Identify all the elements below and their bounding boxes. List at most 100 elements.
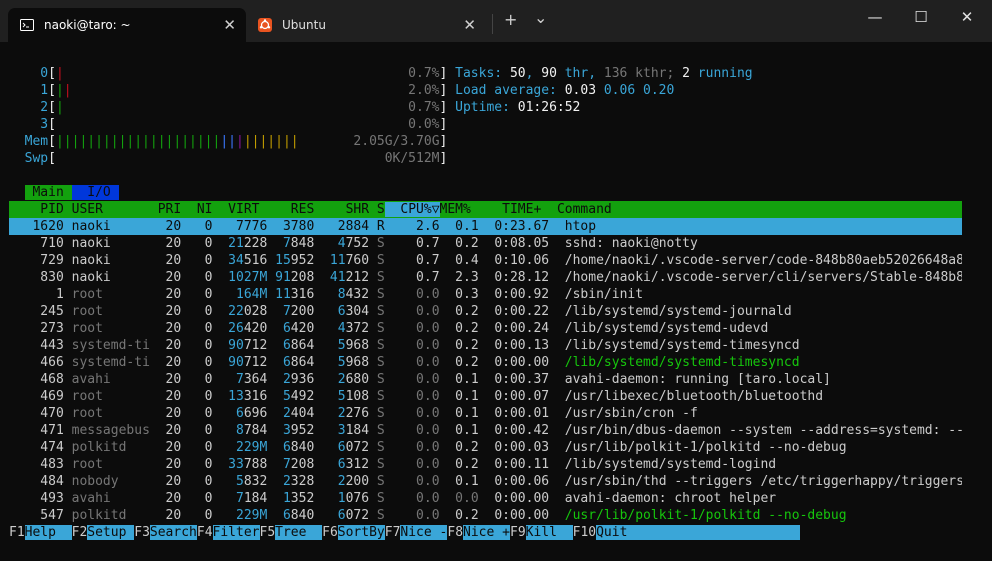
cell-pri: 20 bbox=[149, 338, 182, 353]
cell-user: root bbox=[63, 304, 150, 319]
process-row[interactable]: 245 root 20 0 22028 7200 6304 S 0.0 0.2 … bbox=[9, 303, 962, 320]
process-row[interactable]: 547 polkitd 20 0 229M 6840 6072 S 0.0 0.… bbox=[9, 507, 962, 524]
meter-label: 0 bbox=[9, 66, 49, 81]
process-row[interactable]: 468 avahi 20 0 7364 2936 2680 S 0.0 0.1 … bbox=[9, 371, 962, 388]
fkey-label-f1[interactable]: Help bbox=[24, 525, 72, 540]
meter-space bbox=[299, 134, 354, 149]
column-header-1[interactable]: USER bbox=[64, 202, 150, 217]
fkey-label-f4[interactable]: Filter bbox=[212, 525, 260, 540]
cell-ni: 0 bbox=[181, 389, 213, 404]
cell: 13 bbox=[212, 389, 244, 404]
fkey-label-f8[interactable]: Nice + bbox=[463, 525, 510, 540]
fkey-label-f2[interactable]: Setup bbox=[87, 525, 135, 540]
fkey-label-f5[interactable]: Tree bbox=[275, 525, 323, 540]
column-header-11[interactable]: Command bbox=[541, 202, 612, 217]
fkey-f6[interactable]: F6 bbox=[322, 525, 338, 540]
screen-tab-io[interactable]: I/O bbox=[71, 185, 119, 200]
process-row[interactable]: 470 root 20 0 6696 2404 2276 S 0.0 0.1 0… bbox=[9, 405, 962, 422]
meter-bar: | bbox=[55, 66, 64, 81]
cell: 1 bbox=[314, 491, 346, 506]
cell-mem: 0.4 bbox=[439, 253, 479, 268]
column-header-8[interactable]: CPU%▽ bbox=[384, 202, 440, 217]
process-row[interactable]: 273 root 20 0 26420 6420 4372 S 0.0 0.2 … bbox=[9, 320, 962, 337]
process-row[interactable]: 483 root 20 0 33788 7208 6312 S 0.0 0.2 … bbox=[9, 456, 962, 473]
process-row[interactable]: 830 naoki 20 0 1027M 91208 41212 S 0.7 2… bbox=[9, 269, 962, 286]
column-header-2[interactable]: PRI bbox=[150, 202, 182, 217]
cell-mem: 2.3 bbox=[439, 270, 479, 285]
cell-state: S bbox=[369, 406, 385, 421]
tab-terminal[interactable]: naoki@taro: ~ ✕ bbox=[8, 8, 246, 42]
process-row[interactable]: 1620 naoki 20 0 7776 3780 2884 R 2.6 0.1… bbox=[9, 218, 962, 235]
cell: 21 bbox=[212, 236, 244, 251]
process-row[interactable]: 484 nobody 20 0 5832 2328 2200 S 0.0 0.1… bbox=[9, 473, 962, 490]
column-header-6[interactable]: SHR bbox=[314, 202, 370, 217]
maximize-button[interactable]: ☐ bbox=[898, 8, 944, 26]
fkey-label-f7[interactable]: Nice - bbox=[400, 525, 448, 540]
column-header-0[interactable]: PID bbox=[9, 202, 64, 217]
cell: 2 bbox=[314, 406, 346, 421]
tab-dropdown-button[interactable]: ⌄ bbox=[534, 8, 547, 27]
column-header-9[interactable]: MEM% bbox=[440, 202, 471, 217]
process-row[interactable]: 474 polkitd 20 0 229M 6840 6072 S 0.0 0.… bbox=[9, 439, 962, 456]
cell: 840 bbox=[290, 440, 315, 455]
meter-label: 1 bbox=[9, 83, 49, 98]
tab-ubuntu[interactable]: Ubuntu ✕ bbox=[250, 8, 486, 42]
process-row[interactable]: 466 systemd-ti 20 0 90712 6864 5968 S 0.… bbox=[9, 354, 962, 371]
process-row[interactable]: 443 systemd-ti 20 0 90712 6864 5968 S 0.… bbox=[9, 337, 962, 354]
meter-bar: ||||||||||||||||||||| bbox=[55, 134, 221, 149]
fkey-label-f10[interactable]: Quit bbox=[596, 525, 644, 540]
cell-mem: 0.2 bbox=[439, 338, 479, 353]
cell: 212 bbox=[345, 270, 370, 285]
cell-command: /home/naoki/.vscode-server/cli/servers/S… bbox=[549, 270, 962, 285]
uptime-value: 01:26:52 bbox=[517, 100, 581, 115]
new-tab-button[interactable]: + bbox=[504, 10, 517, 29]
fkey-f3[interactable]: F3 bbox=[134, 525, 150, 540]
fkey-f5[interactable]: F5 bbox=[260, 525, 276, 540]
fkey-label-f3[interactable]: Search bbox=[149, 525, 197, 540]
meter-label: 3 bbox=[9, 117, 49, 132]
cell: 864 bbox=[290, 355, 315, 370]
column-header-10[interactable]: TIME+ bbox=[471, 202, 541, 217]
cell-pid: 483 bbox=[9, 457, 64, 472]
meter-value: 0.7% bbox=[408, 66, 440, 81]
process-row[interactable]: 729 naoki 20 0 34516 15952 11760 S 0.7 0… bbox=[9, 252, 962, 269]
close-tab-icon[interactable]: ✕ bbox=[463, 16, 476, 34]
process-row[interactable]: 469 root 20 0 13316 5492 5108 S 0.0 0.1 … bbox=[9, 388, 962, 405]
cell-state: S bbox=[369, 355, 385, 370]
process-row[interactable]: 493 avahi 20 0 7184 1352 1076 S 0.0 0.0 … bbox=[9, 490, 962, 507]
cell: 832 bbox=[243, 474, 268, 489]
process-row[interactable]: 1 root 20 0 164M 11316 8432 S 0.0 0.3 0:… bbox=[9, 286, 962, 303]
close-tab-icon[interactable]: ✕ bbox=[223, 16, 236, 34]
cell: 7 bbox=[267, 304, 291, 319]
close-window-button[interactable]: ✕ bbox=[944, 8, 990, 26]
cell: 304 bbox=[345, 304, 370, 319]
terminal-content[interactable]: 0[| 0.7%] Tasks: 50, 90 thr, 136 kthr; 2… bbox=[9, 65, 962, 541]
cell: 229M bbox=[212, 440, 268, 455]
fkey-f7[interactable]: F7 bbox=[385, 525, 401, 540]
fkey-f10[interactable]: F10 bbox=[573, 525, 596, 540]
fkey-label-f9[interactable]: Kill bbox=[525, 525, 573, 540]
column-header-5[interactable]: RES bbox=[259, 202, 315, 217]
cell-pid: 468 bbox=[9, 372, 64, 387]
process-row[interactable]: 471 messagebus 20 0 8784 3952 3184 S 0.0… bbox=[9, 422, 962, 439]
cell-ni: 0 bbox=[181, 423, 213, 438]
process-row[interactable]: 710 naoki 20 0 21228 7848 4752 S 0.7 0.2… bbox=[9, 235, 962, 252]
cell-user: naoki bbox=[63, 219, 150, 234]
fkey-label-f6[interactable]: SortBy bbox=[337, 525, 385, 540]
running-count: 2 bbox=[682, 66, 690, 81]
screen-tab-main[interactable]: Main bbox=[24, 185, 72, 200]
fkey-f1[interactable]: F1 bbox=[9, 525, 25, 540]
column-header-4[interactable]: VIRT bbox=[213, 202, 259, 217]
column-header-3[interactable]: NI bbox=[181, 202, 213, 217]
fkey-f8[interactable]: F8 bbox=[447, 525, 463, 540]
minimize-button[interactable]: — bbox=[852, 8, 898, 26]
cell-state: S bbox=[369, 304, 385, 319]
fkey-f4[interactable]: F4 bbox=[197, 525, 213, 540]
cell-pri: 20 bbox=[149, 355, 182, 370]
fkey-f2[interactable]: F2 bbox=[72, 525, 88, 540]
fkey-f9[interactable]: F9 bbox=[510, 525, 526, 540]
column-header-7[interactable]: S bbox=[369, 202, 385, 217]
